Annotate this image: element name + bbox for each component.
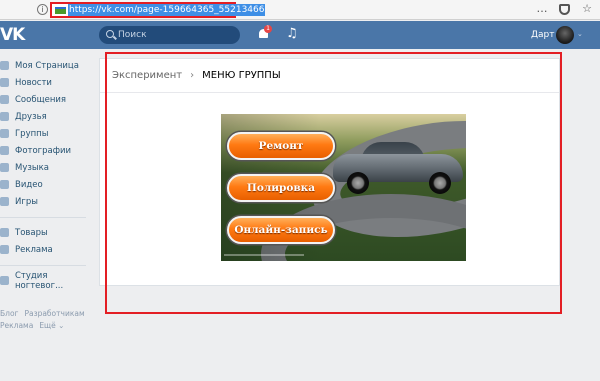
sidebar-item-label: Сообщения bbox=[15, 94, 67, 105]
footer-link-more[interactable]: Ещё ⌄ bbox=[39, 321, 64, 330]
search-input[interactable] bbox=[118, 26, 236, 44]
sidebar-item-label: Друзья bbox=[15, 111, 47, 122]
sidebar-item-label: Музыка bbox=[15, 162, 49, 173]
browser-toolbar: i https://vk.com/page-159664365_55213466… bbox=[0, 0, 600, 20]
footer-link-ads[interactable]: Реклама bbox=[0, 321, 33, 330]
games-icon bbox=[0, 197, 9, 206]
sidebar-item-messages[interactable]: Сообщения bbox=[0, 91, 90, 108]
photos-icon bbox=[0, 146, 9, 155]
ads-icon bbox=[0, 245, 9, 254]
messages-icon bbox=[0, 95, 9, 104]
sidebar-item-ads[interactable]: Реклама bbox=[0, 241, 90, 258]
sidebar-item-label: Видео bbox=[15, 179, 43, 190]
groups-icon bbox=[0, 129, 9, 138]
community-icon bbox=[0, 276, 9, 285]
search-box[interactable] bbox=[99, 26, 240, 44]
left-sidebar: Моя Страница Новости Сообщения Друзья Гр… bbox=[0, 57, 90, 291]
music-icon[interactable]: ♫ bbox=[286, 26, 298, 42]
avatar[interactable] bbox=[556, 26, 574, 44]
notification-badge: 1 bbox=[264, 25, 272, 33]
sidebar-item-games[interactable]: Игры bbox=[0, 193, 90, 210]
sidebar-item-news[interactable]: Новости bbox=[0, 74, 90, 91]
sidebar-item-market[interactable]: Товары bbox=[0, 224, 90, 241]
browser-actions: … ☆ bbox=[535, 2, 594, 16]
footer-link-developers[interactable]: Разработчикам bbox=[24, 309, 84, 318]
info-icon[interactable]: i bbox=[37, 4, 48, 15]
user-name[interactable]: Дарт bbox=[531, 29, 555, 41]
sidebar-divider bbox=[0, 217, 86, 218]
footer-link-blog[interactable]: Блог bbox=[0, 309, 18, 318]
sidebar-item-label: Группы bbox=[15, 128, 49, 139]
url-text[interactable]: https://vk.com/page-159664365_55213466 bbox=[68, 4, 266, 16]
video-icon bbox=[0, 180, 9, 189]
address-bar[interactable]: https://vk.com/page-159664365_55213466 bbox=[50, 2, 266, 18]
sidebar-item-community[interactable]: Студия ногтевог... bbox=[0, 270, 90, 291]
news-icon bbox=[0, 78, 9, 87]
music-icon bbox=[0, 163, 9, 172]
sidebar-item-label: Товары bbox=[15, 227, 48, 238]
sidebar-item-video[interactable]: Видео bbox=[0, 176, 90, 193]
sidebar-item-music[interactable]: Музыка bbox=[0, 159, 90, 176]
site-favicon bbox=[55, 7, 66, 14]
sidebar-item-friends[interactable]: Друзья bbox=[0, 108, 90, 125]
sidebar-item-photos[interactable]: Фотографии bbox=[0, 142, 90, 159]
sidebar-item-label: Студия ногтевог... bbox=[15, 270, 64, 291]
star-icon[interactable]: ☆ bbox=[580, 2, 594, 16]
pocket-icon[interactable] bbox=[559, 3, 570, 15]
home-icon bbox=[0, 61, 9, 70]
search-icon bbox=[106, 30, 114, 38]
sidebar-item-label: Реклама bbox=[15, 244, 53, 255]
sidebar-item-label: Моя Страница bbox=[15, 60, 79, 71]
sidebar-footer: Блог Разработчикам Реклама Ещё ⌄ bbox=[0, 308, 91, 332]
sidebar-divider bbox=[0, 265, 86, 266]
more-icon[interactable]: … bbox=[535, 2, 549, 16]
market-icon bbox=[0, 228, 9, 237]
sidebar-item-label: Фотографии bbox=[15, 145, 72, 156]
vk-logo[interactable]: VK bbox=[0, 25, 25, 45]
sidebar-item-groups[interactable]: Группы bbox=[0, 125, 90, 142]
sidebar-item-label: Игры bbox=[15, 196, 38, 207]
site-header: VK 1 ♫ Дарт ⌄ bbox=[0, 21, 600, 49]
highlight-frame bbox=[105, 52, 562, 314]
sidebar-item-my-page[interactable]: Моя Страница bbox=[0, 57, 90, 74]
sidebar-item-label: Новости bbox=[15, 77, 52, 88]
chevron-down-icon[interactable]: ⌄ bbox=[577, 30, 583, 38]
friends-icon bbox=[0, 112, 9, 121]
